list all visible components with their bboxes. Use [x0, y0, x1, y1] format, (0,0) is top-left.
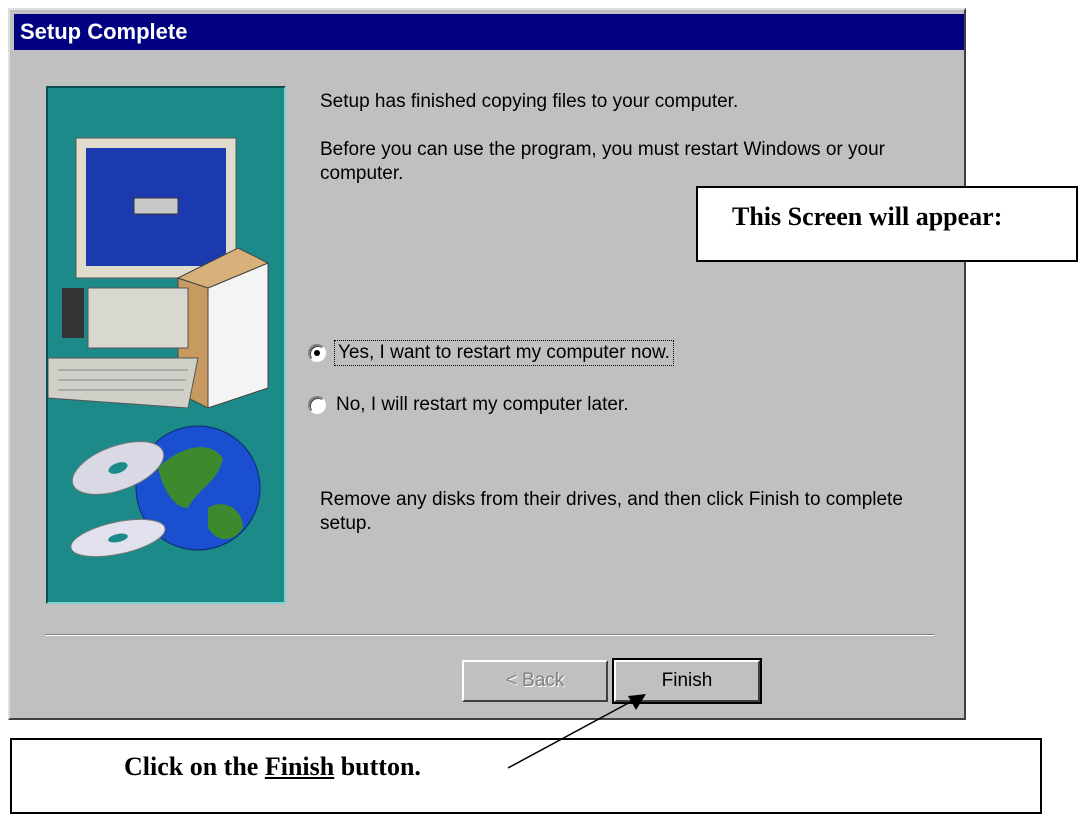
callout-suffix: button.: [334, 752, 421, 781]
setup-dialog: Setup Complete Setup has finished copyin…: [8, 8, 966, 720]
callout-click-finish: Click on the Finish button.: [10, 738, 1042, 814]
callout-finish-word: Finish: [264, 752, 335, 781]
radio-restart-now[interactable]: Yes, I want to restart my computer now.: [308, 340, 674, 366]
computer-globe-illustration: [46, 86, 286, 604]
radio-restart-later[interactable]: No, I will restart my computer later.: [308, 392, 628, 418]
callout-prefix: Click on the: [124, 752, 265, 781]
finish-button[interactable]: Finish: [612, 658, 762, 704]
radio-restart-now-label[interactable]: Yes, I want to restart my computer now.: [334, 340, 674, 366]
message-restart-required: Before you can use the program, you must…: [320, 139, 885, 184]
computer-illustration-icon: [48, 137, 270, 558]
message-remove-disks: Remove any disks from their drives, and …: [320, 489, 903, 534]
radio-restart-later-label[interactable]: No, I will restart my computer later.: [336, 394, 628, 416]
dialog-title: Setup Complete: [14, 14, 964, 50]
radio-button-icon[interactable]: [308, 396, 326, 414]
back-button[interactable]: < Back: [462, 660, 608, 702]
radio-button-checked-icon[interactable]: [308, 344, 326, 362]
callout-screen-will-appear: This Screen will appear:: [696, 186, 1078, 262]
button-divider: [46, 634, 934, 636]
message-files-copied: Setup has finished copying files to your…: [320, 91, 739, 112]
